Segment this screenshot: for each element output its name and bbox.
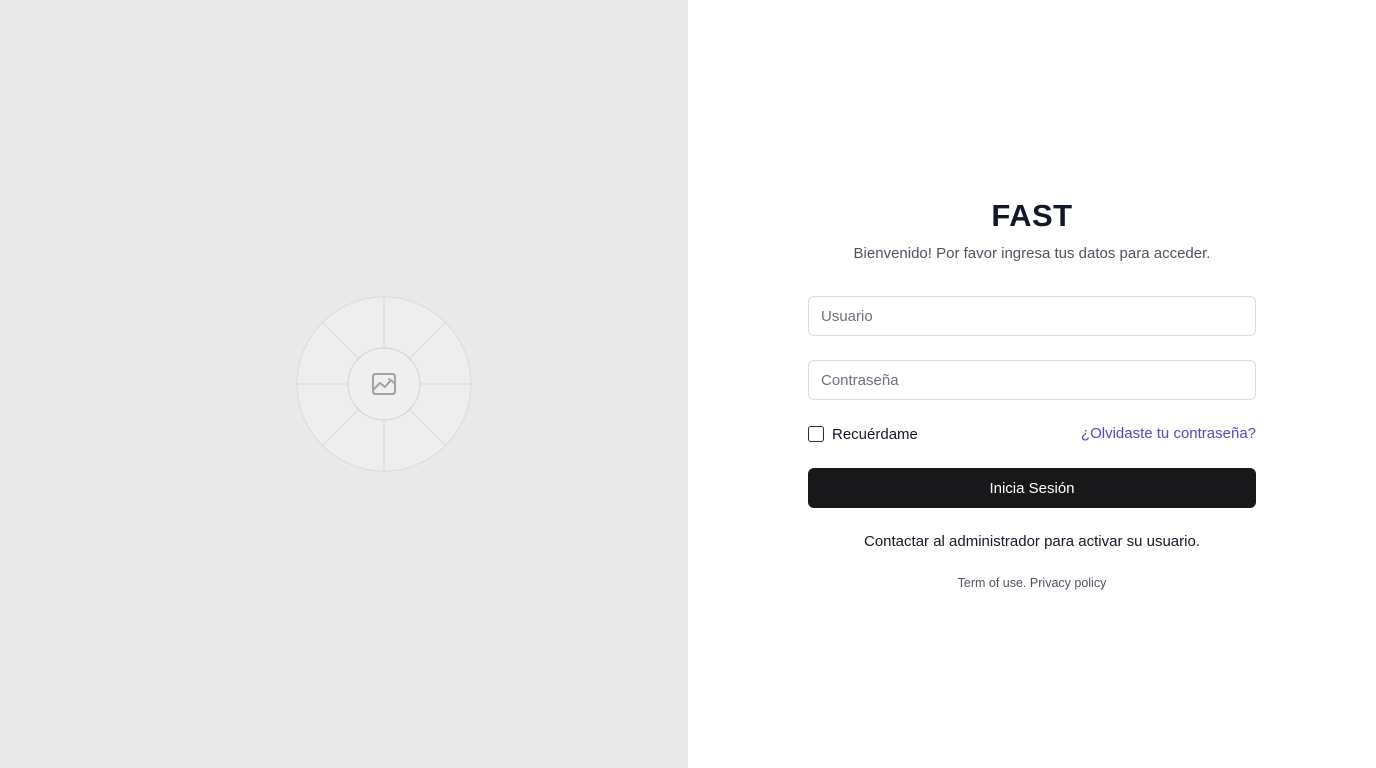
- remember-me-checkbox[interactable]: [808, 426, 824, 442]
- legal-links: Term of use. Privacy policy: [688, 576, 1376, 590]
- image-placeholder-graphic: [264, 264, 504, 504]
- terms-of-use-link[interactable]: Term of use.: [958, 576, 1027, 590]
- hero-image-panel: [0, 0, 688, 768]
- username-input[interactable]: [808, 296, 1256, 336]
- contact-admin-note: Contactar al administrador para activar …: [864, 533, 1200, 550]
- forgot-password-link[interactable]: ¿Olvidaste tu contraseña?: [1081, 425, 1256, 442]
- brand-title: FAST: [991, 198, 1073, 233]
- welcome-subtitle: Bienvenido! Por favor ingresa tus datos …: [853, 245, 1211, 262]
- remember-me-label: Recuérdame: [832, 425, 918, 443]
- password-input[interactable]: [808, 360, 1256, 400]
- login-panel: FAST Bienvenido! Por favor ingresa tus d…: [688, 0, 1376, 768]
- privacy-policy-link[interactable]: Privacy policy: [1030, 576, 1106, 590]
- login-button[interactable]: Inicia Sesión: [808, 468, 1256, 508]
- remember-me-toggle[interactable]: Recuérdame: [808, 424, 918, 444]
